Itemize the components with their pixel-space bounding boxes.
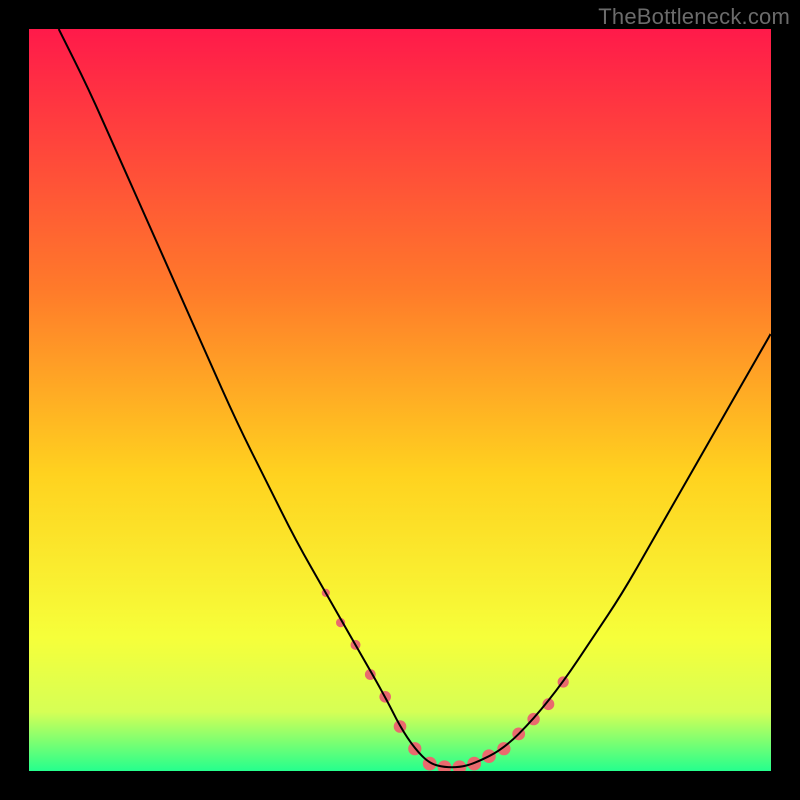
chart-svg — [29, 29, 771, 771]
watermark-text: TheBottleneck.com — [598, 4, 790, 30]
highlight-dots — [322, 589, 569, 771]
plot-area — [29, 29, 771, 771]
bottleneck-curve — [59, 29, 771, 767]
